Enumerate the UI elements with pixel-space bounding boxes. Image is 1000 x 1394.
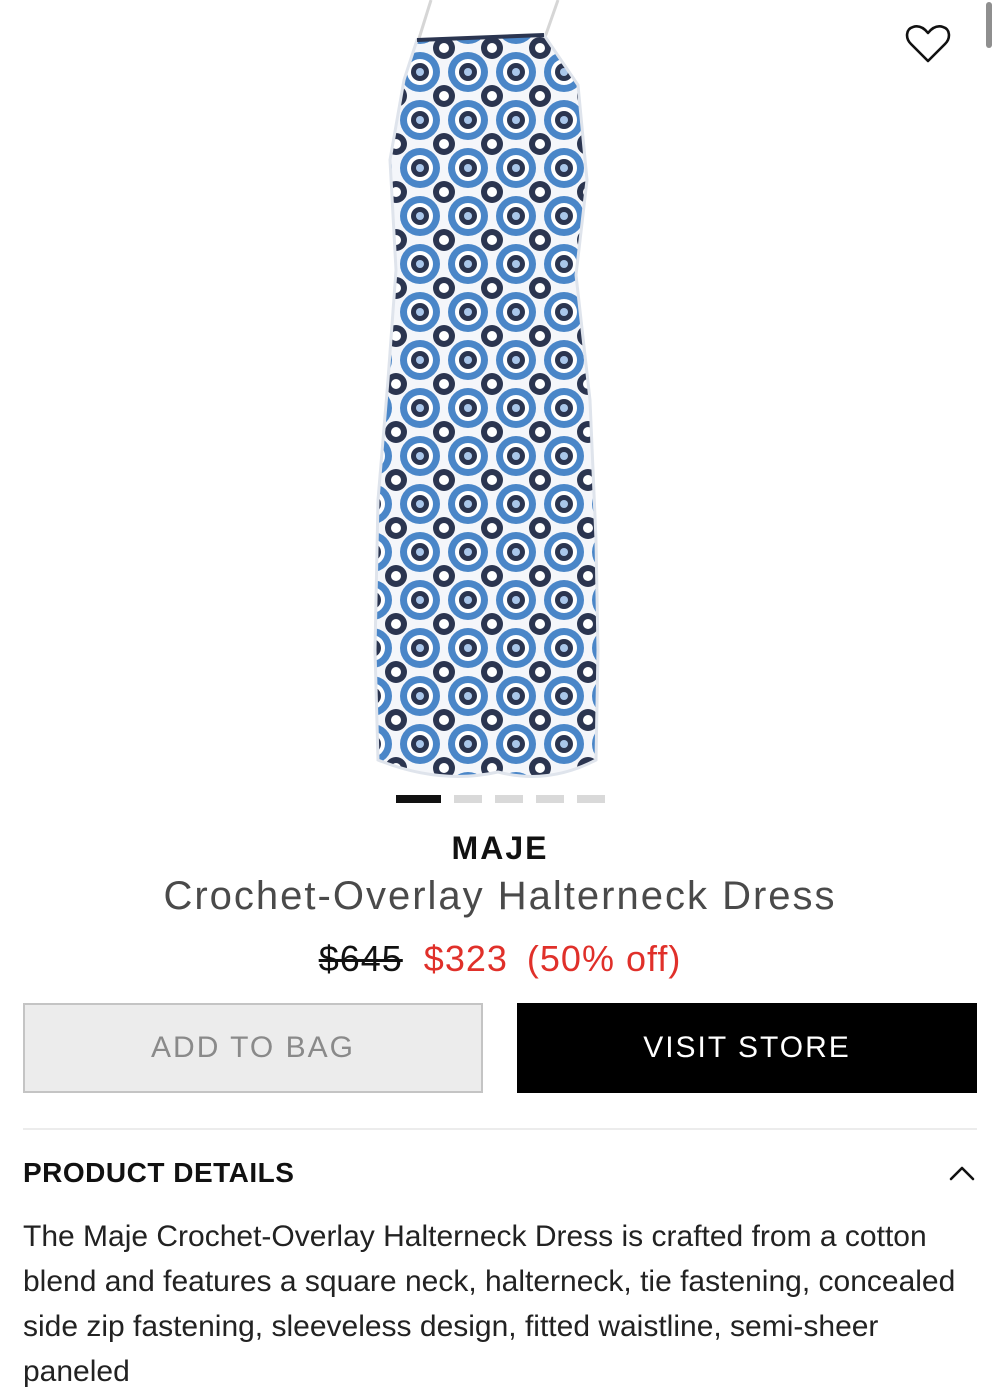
carousel-indicator [396,795,618,803]
brand-name[interactable]: MAJE [0,830,1000,867]
product-details-toggle[interactable]: PRODUCT DETAILS [23,1150,977,1196]
scrollbar[interactable] [986,2,992,48]
add-to-bag-button[interactable]: ADD TO BAG [23,1003,483,1093]
heart-icon [905,24,951,69]
product-details-title: PRODUCT DETAILS [23,1157,295,1188]
product-description: The Maje Crochet-Overlay Halterneck Dres… [23,1220,956,1388]
favorite-button[interactable] [900,20,956,72]
price-row: $645 $323 (50% off) [0,938,1000,980]
carousel-dot[interactable] [536,795,564,803]
chevron-up-icon [947,1158,977,1188]
original-price: $645 [318,938,403,979]
sale-price: $323 [423,938,508,979]
carousel-dot[interactable] [495,795,523,803]
product-title: Crochet-Overlay Halterneck Dress [163,874,837,918]
divider [23,1128,977,1130]
visit-store-button[interactable]: VISIT STORE [517,1003,977,1093]
carousel-dot[interactable] [396,795,441,803]
discount-label: (50% off) [526,938,682,979]
carousel-dot[interactable] [454,795,482,803]
carousel-dot[interactable] [577,795,605,803]
product-image[interactable] [300,0,700,790]
